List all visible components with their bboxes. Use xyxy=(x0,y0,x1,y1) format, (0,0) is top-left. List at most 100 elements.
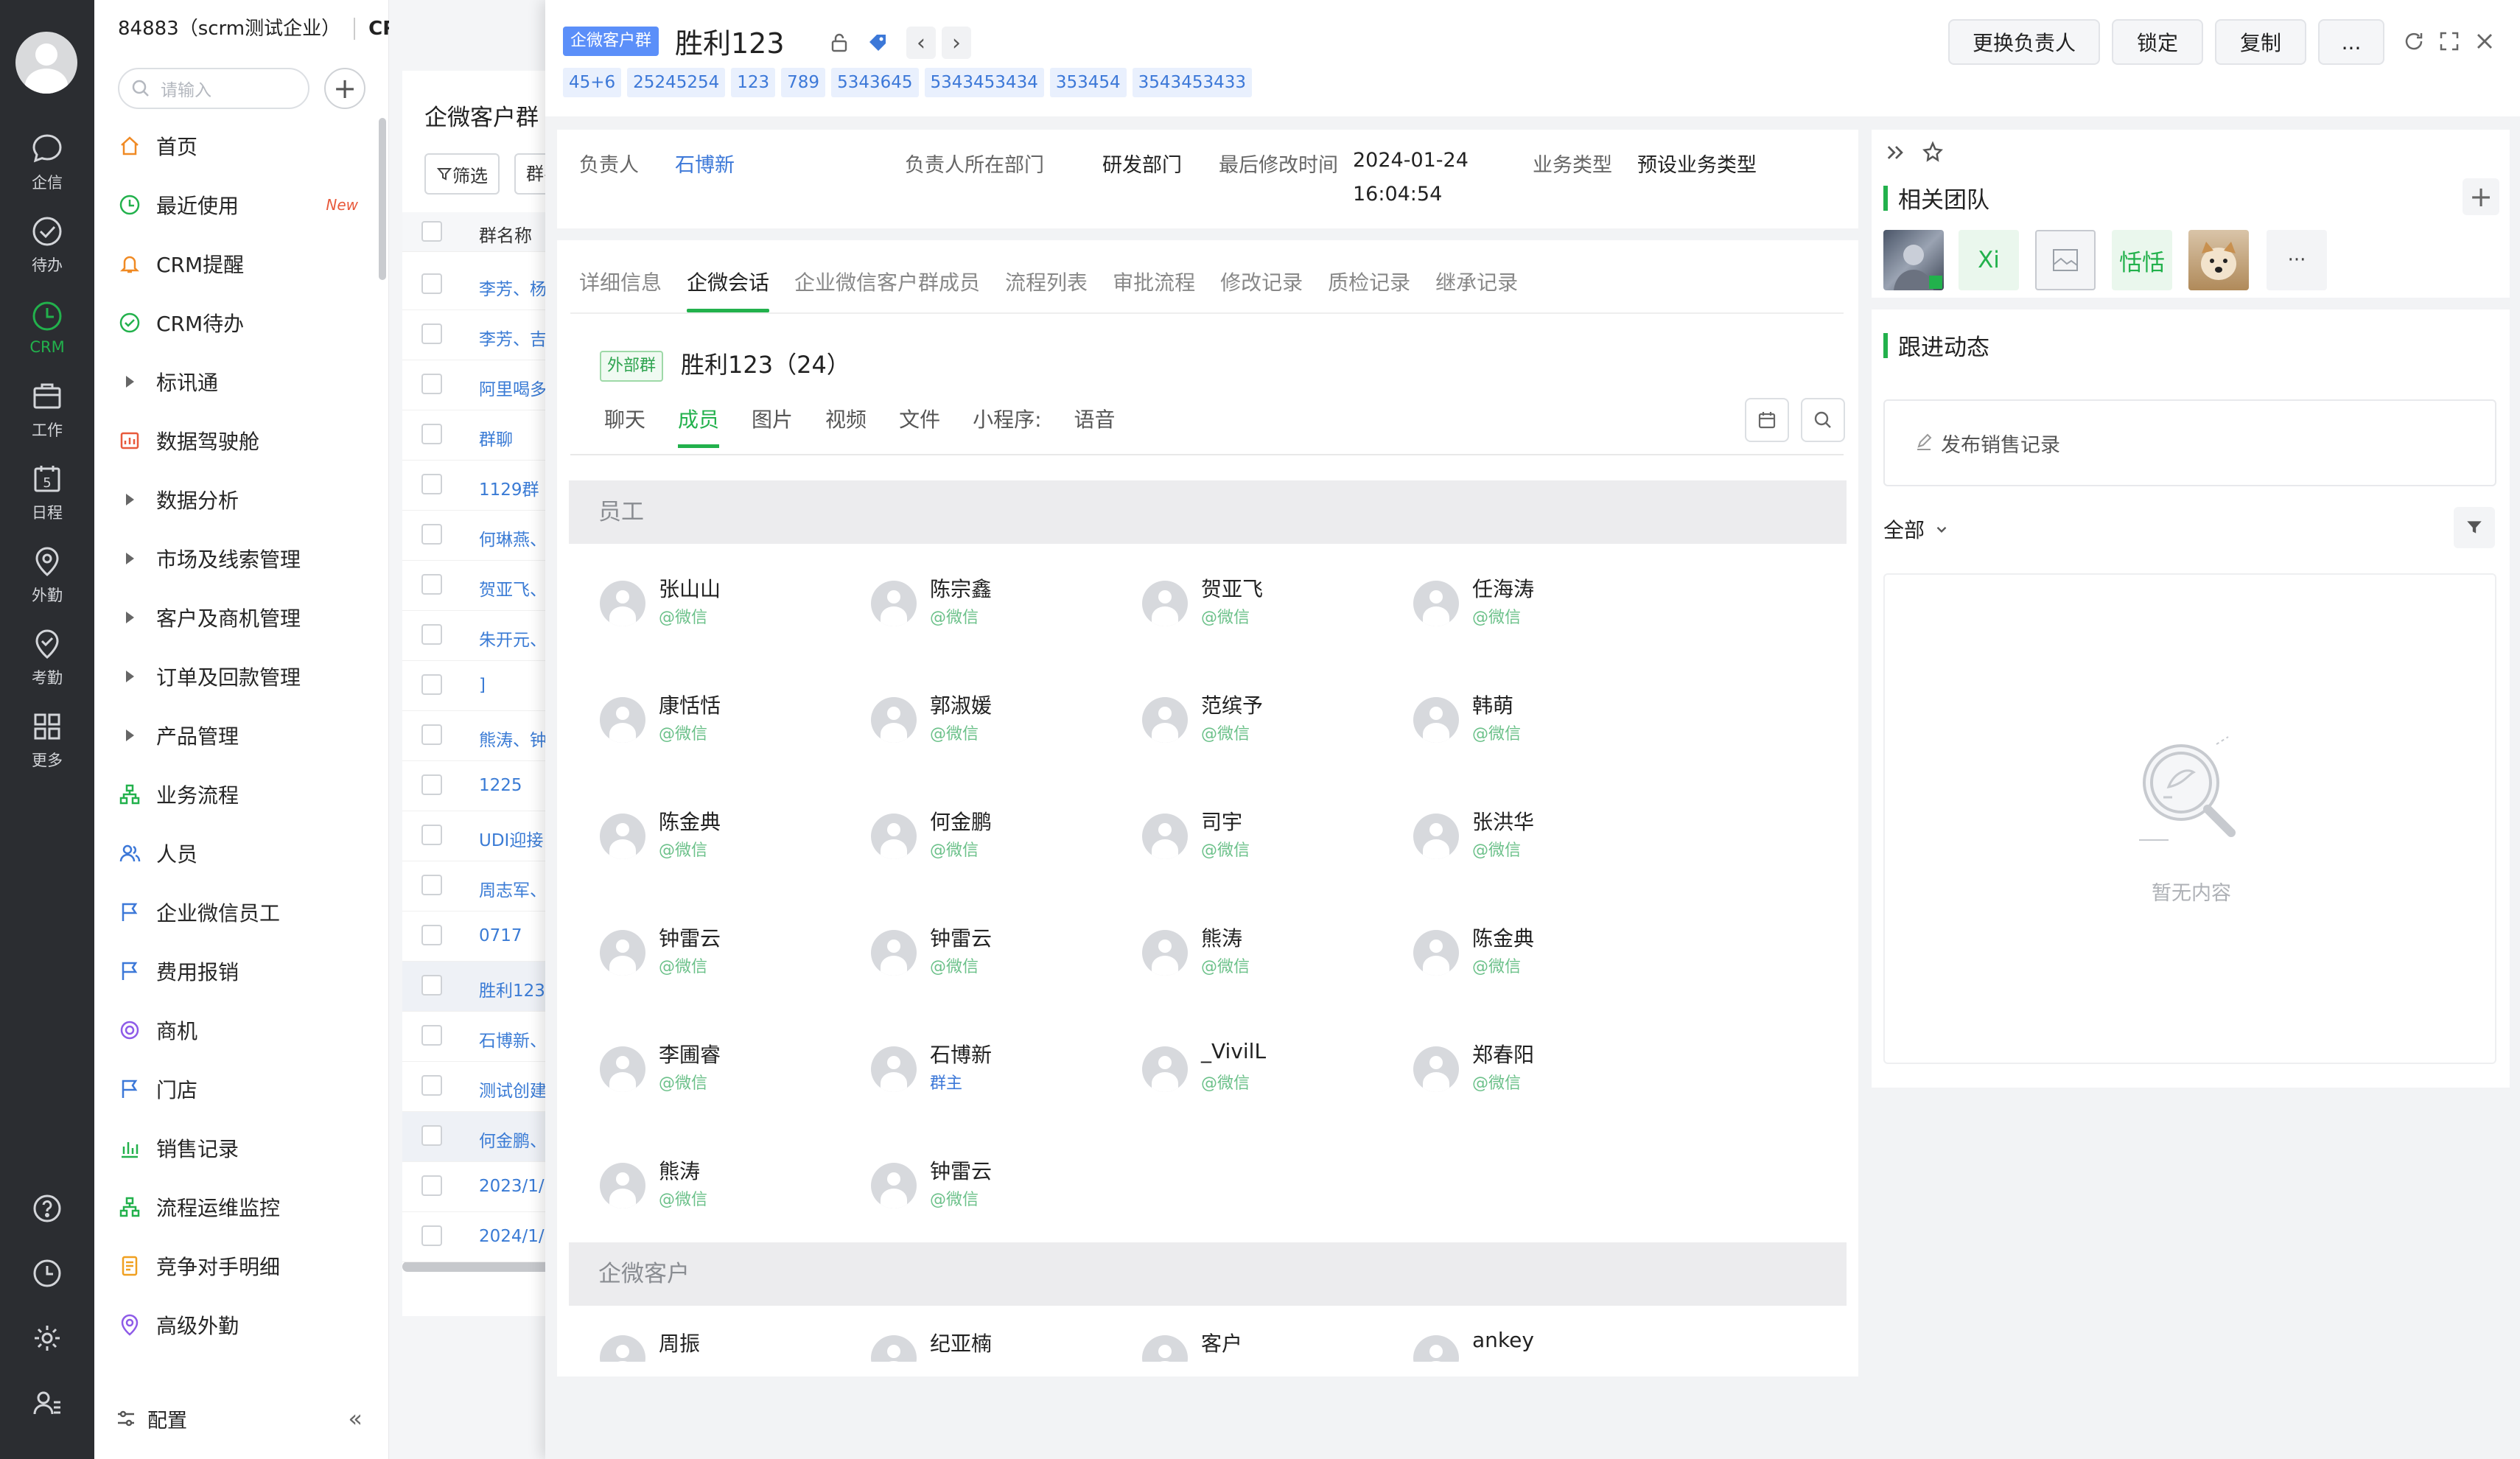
post-sales-record-input[interactable]: 发布销售记录 xyxy=(1883,399,2496,486)
member-card[interactable]: 陈金典 @微信 xyxy=(600,803,865,877)
row-checkbox[interactable] xyxy=(421,925,442,945)
next-record-button[interactable]: › xyxy=(942,27,971,59)
tab-details[interactable]: 详细信息 xyxy=(579,267,662,312)
follow-filter-button[interactable] xyxy=(2454,507,2495,548)
row-group-name[interactable]: 测试创建 xyxy=(479,1077,545,1102)
history-button[interactable] xyxy=(0,1248,94,1299)
fullscreen-icon[interactable] xyxy=(2435,27,2464,56)
tab-quality-check[interactable]: 质检记录 xyxy=(1328,267,1410,312)
row-checkbox[interactable] xyxy=(421,1175,442,1196)
table-row[interactable]: 周志军、 xyxy=(402,861,545,912)
copy-button[interactable]: 复制 xyxy=(2215,19,2306,65)
tab-inherit-log[interactable]: 继承记录 xyxy=(1435,267,1518,312)
menu-item-orders-payments[interactable]: 订单及回款管理 xyxy=(115,654,365,699)
row-group-name[interactable]: 何琳燕、 xyxy=(479,525,545,550)
member-card[interactable]: 韩萌 @微信 xyxy=(1413,687,1679,760)
row-group-name[interactable]: 阿里喝多 xyxy=(479,375,545,400)
member-card[interactable]: 周振 xyxy=(600,1325,865,1362)
menu-item-wecom-staff[interactable]: 企业微信员工 xyxy=(115,889,365,935)
table-row[interactable]: 朱开元、 xyxy=(402,611,545,661)
table-row[interactable]: UDI迎接 xyxy=(402,811,545,861)
subtab-mini-programs[interactable]: 小程序: xyxy=(973,404,1041,448)
row-checkbox[interactable] xyxy=(421,1225,442,1246)
change-owner-button[interactable]: 更换负责人 xyxy=(1948,19,2100,65)
row-checkbox[interactable] xyxy=(421,774,442,795)
row-group-name[interactable]: 石博新、 xyxy=(479,1026,545,1052)
user-avatar[interactable] xyxy=(15,32,77,94)
table-row[interactable]: 李芳、吉 xyxy=(402,310,545,360)
member-card[interactable]: 石博新 群主 xyxy=(871,1036,1136,1110)
menu-item-opportunity[interactable]: 商机 xyxy=(115,1007,365,1053)
row-group-name[interactable]: 1129群 xyxy=(479,475,539,500)
table-row[interactable]: 胜利123 xyxy=(402,962,545,1012)
rail-item-qixin[interactable]: 企信 xyxy=(0,125,94,199)
tab-wecom-session[interactable]: 企微会话 xyxy=(687,267,770,312)
menu-item-flow-monitor[interactable]: 流程运维监控 xyxy=(115,1184,365,1230)
row-checkbox[interactable] xyxy=(421,624,442,645)
member-card[interactable]: 康恬恬 @微信 xyxy=(600,687,865,760)
rail-item-todo[interactable]: 待办 xyxy=(0,208,94,281)
refresh-icon[interactable] xyxy=(2399,27,2429,56)
expand-panel-icon[interactable] xyxy=(1883,140,1908,165)
row-group-name[interactable]: 周志军、 xyxy=(479,876,545,901)
rail-item-attendance[interactable]: 考勤 xyxy=(0,620,94,694)
menu-item-sales-records[interactable]: 销售记录 xyxy=(115,1125,365,1171)
subtab-videos[interactable]: 视频 xyxy=(825,404,867,448)
table-row[interactable]: 测试创建 xyxy=(402,1062,545,1112)
row-group-name[interactable]: UDI迎接 xyxy=(479,826,543,851)
member-card[interactable]: 纪亚楠 xyxy=(871,1325,1136,1362)
team-member-avatar-1[interactable] xyxy=(1883,230,1944,290)
config-footer[interactable]: 配置 « xyxy=(94,1393,389,1444)
table-row[interactable]: 何琳燕、 xyxy=(402,511,545,561)
table-row[interactable]: 熊涛、钟 xyxy=(402,711,545,761)
subtab-voice[interactable]: 语音 xyxy=(1074,404,1116,448)
row-group-name[interactable]: 熊涛、钟 xyxy=(479,726,545,751)
row-checkbox[interactable] xyxy=(421,875,442,895)
tab-approval[interactable]: 审批流程 xyxy=(1113,267,1195,312)
row-group-name[interactable]: 2023/1/2 xyxy=(479,1177,545,1196)
menu-item-products[interactable]: 产品管理 xyxy=(115,713,365,758)
owner-value[interactable]: 石博新 xyxy=(675,149,735,178)
table-row[interactable]: 1225 xyxy=(402,761,545,811)
prev-record-button[interactable]: ‹ xyxy=(906,27,936,59)
row-group-name[interactable]: 贺亚飞、 xyxy=(479,575,545,601)
row-checkbox[interactable] xyxy=(421,724,442,745)
row-checkbox[interactable] xyxy=(421,323,442,344)
row-group-name[interactable]: 胜利123 xyxy=(479,976,545,1001)
row-group-name[interactable]: ] xyxy=(479,676,486,695)
menu-item-expenses[interactable]: 费用报销 xyxy=(115,948,365,994)
menu-scrollbar[interactable] xyxy=(379,118,386,280)
menu-item-business-flow[interactable]: 业务流程 xyxy=(115,772,365,817)
menu-item-crm-reminder[interactable]: CRM提醒 xyxy=(115,241,365,287)
more-team-members-button[interactable]: ··· xyxy=(2267,230,2327,290)
menu-item-market-leads[interactable]: 市场及线索管理 xyxy=(115,536,365,581)
menu-item-home[interactable]: 首页 xyxy=(115,123,365,169)
team-member-avatar-4[interactable]: 恬恬 xyxy=(2112,230,2172,290)
row-checkbox[interactable] xyxy=(421,524,442,545)
member-card[interactable]: 何金鹏 @微信 xyxy=(871,803,1136,877)
row-checkbox[interactable] xyxy=(421,674,442,695)
row-checkbox[interactable] xyxy=(421,273,442,294)
member-card[interactable]: 陈宗鑫 @微信 xyxy=(871,570,1136,644)
member-card[interactable]: 张洪华 @微信 xyxy=(1413,803,1679,877)
menu-item-people[interactable]: 人员 xyxy=(115,830,365,876)
row-group-name[interactable]: 李芳、杨 xyxy=(479,275,545,300)
rail-item-crm[interactable]: CRM xyxy=(0,290,94,364)
table-row[interactable]: 群聊 xyxy=(402,410,545,461)
rail-item-calendar[interactable]: 5 日程 xyxy=(0,455,94,529)
menu-item-biaoxuntong[interactable]: 标讯通 xyxy=(115,359,365,405)
subtab-members[interactable]: 成员 xyxy=(678,404,720,448)
table-row[interactable]: 何金鹏、 xyxy=(402,1112,545,1162)
table-row[interactable]: 1129群 xyxy=(402,461,545,511)
subtab-chat[interactable]: 聊天 xyxy=(604,404,645,448)
tab-flow-list[interactable]: 流程列表 xyxy=(1005,267,1088,312)
row-group-name[interactable]: 何金鹏、 xyxy=(479,1127,545,1152)
table-row[interactable]: 阿里喝多 xyxy=(402,360,545,410)
calendar-filter-button[interactable] xyxy=(1745,398,1789,442)
row-checkbox[interactable] xyxy=(421,374,442,394)
tag-icon[interactable] xyxy=(862,27,893,58)
table-row[interactable]: 李芳、杨 xyxy=(402,260,545,310)
row-checkbox[interactable] xyxy=(421,1025,442,1046)
menu-search-input[interactable]: 请输入 xyxy=(118,68,309,109)
tab-change-log[interactable]: 修改记录 xyxy=(1220,267,1303,312)
